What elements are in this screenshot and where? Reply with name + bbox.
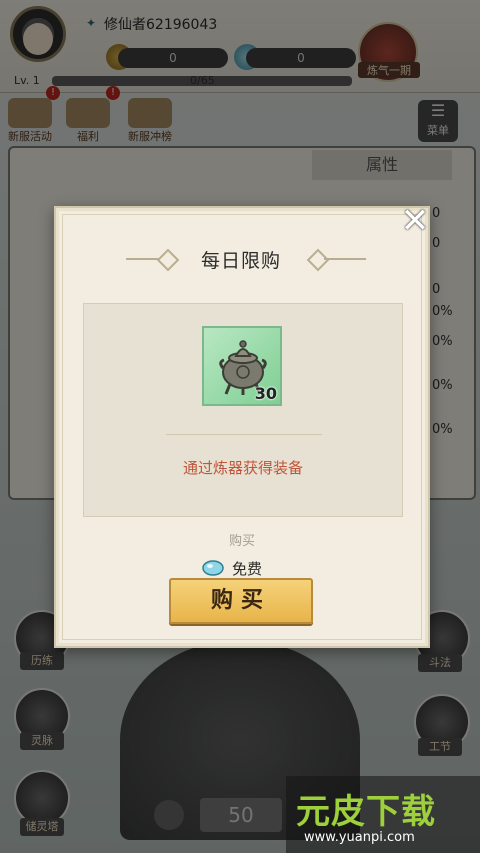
item-description: 通过炼器获得装备 — [182, 459, 303, 477]
watermark-url: www.yuanpi.com — [304, 830, 415, 845]
price-text: 免费 — [232, 560, 263, 578]
buy-button[interactable]: 购买 — [169, 578, 313, 624]
watermark-title: 元皮下载 — [296, 792, 436, 832]
watermark: 元皮下载 www.yuanpi.com — [286, 776, 480, 853]
item-slot[interactable]: 30 — [202, 326, 282, 406]
buy-label: 购买 — [228, 534, 255, 549]
daily-limited-purchase-dialog: ✕ 每日限购 30 通过炼器获得装备 购买 免费 购买 — [54, 204, 432, 648]
dialog-title-bar: 每日限购 — [126, 244, 366, 274]
gem-icon — [202, 560, 224, 576]
dialog-title: 每日限购 — [200, 250, 281, 272]
item-count: 30 — [254, 384, 277, 403]
divider — [166, 434, 322, 435]
item-content-box: 30 通过炼器获得装备 — [83, 303, 403, 517]
close-icon[interactable]: ✕ — [398, 204, 432, 238]
price-row: 免费 — [202, 558, 322, 578]
